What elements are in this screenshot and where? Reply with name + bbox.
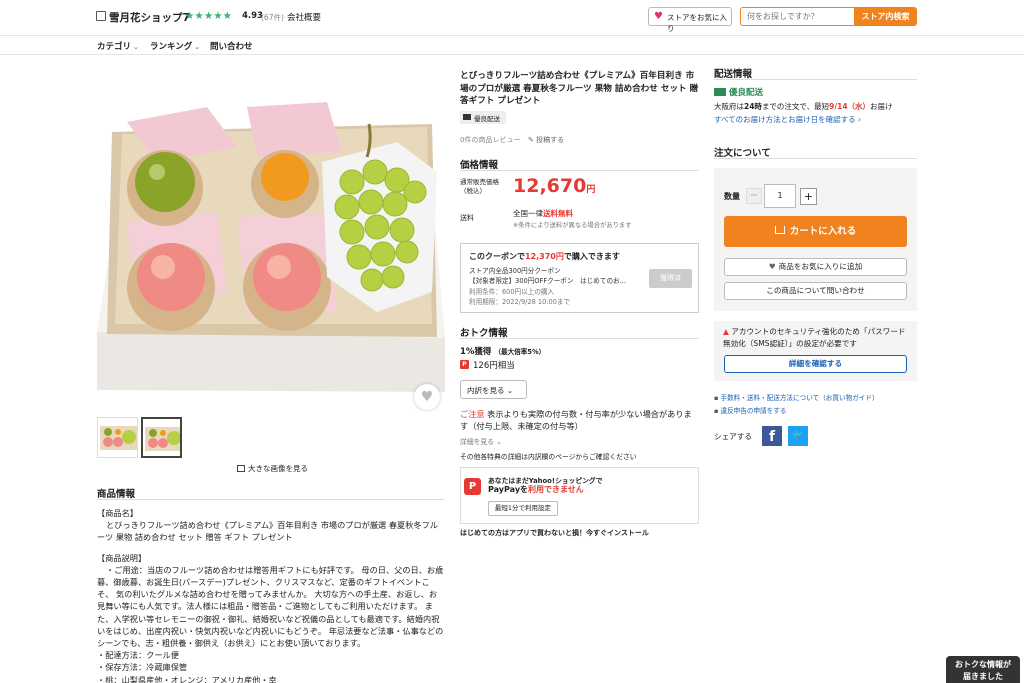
quantity-plus-button[interactable]: + [800,188,817,205]
rating-count[interactable]: (67件) [261,12,284,23]
divider [714,158,917,159]
product-title: とびっきりフルーツ詰め合わせ《プレミアム》百年目利き 市場のプロが厳選 春夏秋冬… [460,71,699,107]
other-benefits-note: その他各特典の詳細は内訳欄のページからご確認ください [460,453,637,461]
paypay-logo-icon: P [464,478,481,495]
price-amount: 12,670円 [513,175,596,197]
add-to-cart-button[interactable]: カートに入れる [724,216,907,247]
site-header: 雪月花ショップ7 ★★★★★ 4.93 (67件) 会社概要 ♥ ストアをお気に… [0,0,1024,36]
divider [460,338,699,339]
delivery-methods-link[interactable]: すべてのお届け方法とお届け日を確認する › [714,114,861,125]
product-info-heading: 商品情報 [97,489,136,500]
review-count[interactable]: 0件の商品レビュー [460,135,520,145]
divider [97,499,444,500]
facebook-icon[interactable]: f [762,426,782,446]
security-details-button[interactable]: 詳細を確認する [724,355,907,373]
company-link[interactable]: 会社概要 [287,11,321,23]
rating-score: 4.93 [242,11,263,21]
coupon-line: 利用条件：600円以上の購入 [469,288,555,296]
paypay-icon: P [460,360,469,369]
favorite-heart-button[interactable]: ♥ [414,384,440,410]
store-name[interactable]: 雪月花ショップ7 [109,10,190,25]
product-inquiry-button[interactable]: この商品について問い合わせ [724,282,907,300]
divider [460,170,699,171]
app-promo-link[interactable]: はじめての方はアプリで買わないと損！今すぐインストール [460,528,649,538]
product-description: 【商品名】 とびっきりフルーツ詰め合わせ《プレミアム》百年目利き 市場のプロが厳… [97,508,444,683]
truck-icon [463,114,471,120]
price-heading: 価格情報 [460,160,499,171]
search-input[interactable] [740,7,854,26]
heart-icon: ♥ [420,389,434,405]
coupon-line: ストア内全品300円分クーポン [469,267,561,275]
quantity-minus-button[interactable]: − [746,188,762,204]
yusho-delivery-badge: 優良配送 [714,86,763,98]
order-heading: 注文について [714,148,771,159]
store-search-button[interactable]: ストア内検索 [854,7,917,26]
paypay-setup-button[interactable]: 最短1分で利用設定 [488,501,558,516]
coupon-box: このクーポンで12,370円で購入できます ストア内全品300円分クーポン 【対… [460,243,699,313]
nav-category[interactable]: カテゴリ ⌄ [97,40,139,52]
coupon-acquired-button[interactable]: 獲得済 [649,269,692,288]
shipping-value: 全国一律送料無料 [513,209,573,218]
security-notice: ▲ アカウントのセキュリティ強化のため「パスワード無効化（SMS認証）」の設定が… [714,321,917,381]
shipping-note: ※条件により送料が異なる場合があります [513,222,632,229]
detail-link[interactable]: 詳細を見る ⌄ [460,436,502,446]
shopping-guide-link[interactable]: ▪ 手数料・送料・配送方法について（お買い物ガイド） [714,392,879,402]
coupon-heading: このクーポンで12,370円で購入できます [469,252,620,261]
deals-notification-tab[interactable]: おトクな情報が 届きました [946,656,1020,683]
image-icon [237,465,245,472]
coupon-line: 利用期限：2022/9/28 10:00まで [469,298,571,306]
cart-icon [774,226,785,234]
chevron-down-icon: ⌄ [194,43,201,51]
product-main-image[interactable] [97,62,445,410]
rating-stars: ★★★★★ [185,10,233,22]
yusho-badge: 優良配送 [460,111,506,124]
store-nav: カテゴリ ⌄ ランキング ⌄ 問い合わせ [0,36,1024,55]
delivery-estimate: 大阪府は24時までの注文で、最短9/14（水）お届け [714,102,893,111]
points-percent: 1%獲得 （最大倍率5%） [460,347,546,357]
paypay-box: P あなたはまだYahoo!ショッピングで PayPayを利用できません 最短1… [460,467,699,524]
fav-store-button[interactable]: ♥ ストアをお気に入り [648,7,732,33]
thumbnail-1[interactable] [97,417,138,458]
divider [714,79,917,80]
breakdown-button[interactable]: 内訳を見る ⌄ [460,380,527,399]
paypay-points-value: 126円相当 [473,361,515,371]
share-label: シェアする [714,432,752,441]
nav-contact[interactable]: 問い合わせ [210,40,253,52]
warning-icon: ▲ [723,327,729,336]
heart-icon: ♥ [768,262,776,271]
report-violation-link[interactable]: ▪ 違反申告の申請をする [714,405,786,415]
shipping-heading: 配送情報 [714,69,753,80]
chevron-down-icon: ⌄ [133,43,139,51]
quantity-input[interactable]: 1 [764,184,796,208]
chevron-down-icon: ⌄ [496,438,502,446]
price-label: 通常販売価格 （税込） [460,178,499,195]
deals-heading: おトク情報 [460,328,508,339]
coupon-line: 【対象者限定】300円OFFクーポン はじめてのお... [469,277,626,285]
add-to-favorites-button[interactable]: ♥ 商品をお気に入りに追加 [724,258,907,276]
nav-ranking[interactable]: ランキング ⌄ [150,40,200,52]
shipping-label: 送料 [460,214,474,222]
order-box: 数量 − 1 + カートに入れる ♥ 商品をお気に入りに追加 この商品について問い… [714,168,917,311]
post-review-link[interactable]: ✎ 投稿する [528,135,564,145]
chevron-down-icon: ⌄ [506,386,514,395]
thumbnail-2[interactable] [141,417,182,458]
heart-icon: ♥ [654,11,663,22]
caution-text: ご注意 表示よりも実際の付与数・付与率が少ない場合があります（付与上限、未確定の… [460,409,692,432]
twitter-icon[interactable]: 🐦 [788,426,808,446]
truck-icon [714,88,726,96]
quantity-label: 数量 [724,192,740,201]
fav-store-label: ストアをお気に入り [667,13,727,33]
large-image-link[interactable]: 大きな画像を見る [237,463,308,474]
store-icon [96,11,106,21]
